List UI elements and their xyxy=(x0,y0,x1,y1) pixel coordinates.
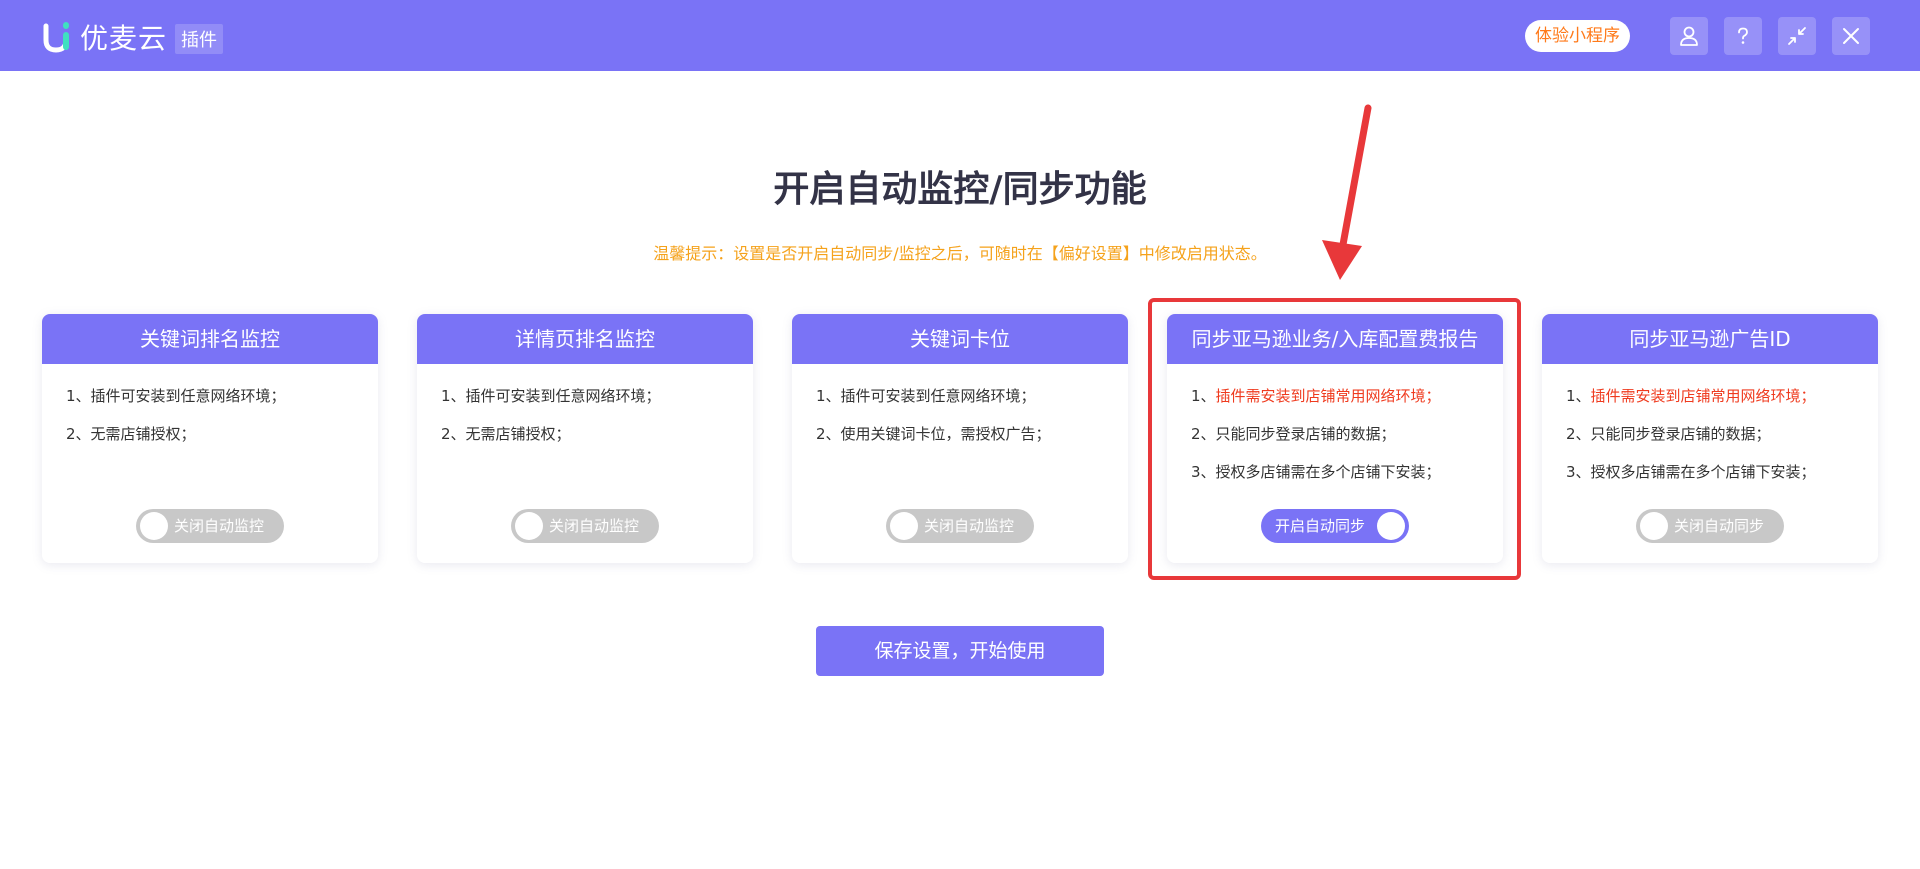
collapse-icon xyxy=(1786,25,1808,47)
auto-sync-toggle[interactable]: 关闭自动同步 xyxy=(1636,509,1784,543)
card-line: 2、无需店铺授权； xyxy=(66,425,196,443)
card-line: 2、使用关键词卡位，需授权广告； xyxy=(816,425,1051,443)
toggle-knob xyxy=(140,512,168,540)
auto-monitor-toggle[interactable]: 关闭自动监控 xyxy=(136,509,284,543)
card-line: 2、只能同步登录店铺的数据； xyxy=(1566,425,1771,443)
user-icon xyxy=(1678,25,1700,47)
top-bar-actions: 体验小程序 xyxy=(1525,17,1870,55)
app-logo: 优麦云 插件 xyxy=(42,17,224,57)
trial-mini-program-button[interactable]: 体验小程序 xyxy=(1525,20,1630,52)
card-line: 1、插件可安装到任意网络环境； xyxy=(816,387,1036,405)
close-button[interactable] xyxy=(1832,17,1870,55)
card-keyword-slot: 关键词卡位 1、插件可安装到任意网络环境； 2、使用关键词卡位，需授权广告； 关… xyxy=(792,314,1128,563)
card-sync-amazon-ad-id: 同步亚马逊广告ID 1、插件需安装到店铺常用网络环境； 2、只能同步登录店铺的数… xyxy=(1542,314,1878,563)
card-lines: 1、插件可安装到任意网络环境； 2、无需店铺授权； xyxy=(417,364,753,444)
tip-text: 温馨提示：设置是否开启自动同步/监控之后，可随时在【偏好设置】中修改启用状态。 xyxy=(653,244,1267,263)
annotation-arrow-icon xyxy=(1310,100,1390,294)
card-line: 3、授权多店铺需在多个店铺下安装； xyxy=(1566,463,1816,481)
close-icon xyxy=(1840,25,1862,47)
card-title: 关键词卡位 xyxy=(792,314,1128,364)
toggle-label: 关闭自动监控 xyxy=(174,517,265,535)
card-lines: 1、插件可安装到任意网络环境； 2、无需店铺授权； xyxy=(42,364,378,444)
app-name: 优麦云 xyxy=(80,22,168,55)
logo-mark-icon xyxy=(42,20,72,54)
card-lines: 1、插件需安装到店铺常用网络环境； 2、只能同步登录店铺的数据； 3、授权多店铺… xyxy=(1542,364,1878,482)
card-title: 同步亚马逊广告ID xyxy=(1542,314,1878,364)
top-bar: 优麦云 插件 体验小程序 xyxy=(0,0,1920,71)
collapse-button[interactable] xyxy=(1778,17,1816,55)
save-settings-button[interactable]: 保存设置，开始使用 xyxy=(816,626,1104,676)
toggle-knob xyxy=(515,512,543,540)
toggle-knob xyxy=(890,512,918,540)
toggle-label: 关闭自动监控 xyxy=(549,517,640,535)
toggle-label: 关闭自动监控 xyxy=(924,517,1015,535)
plugin-tag: 插件 xyxy=(175,24,224,54)
user-button[interactable] xyxy=(1670,17,1708,55)
card-line: 1、插件可安装到任意网络环境； xyxy=(66,387,286,405)
toggle-knob xyxy=(1640,512,1668,540)
card-detail-page-rank-monitor: 详情页排名监控 1、插件可安装到任意网络环境； 2、无需店铺授权； 关闭自动监控 xyxy=(417,314,753,563)
card-title: 详情页排名监控 xyxy=(417,314,753,364)
card-lines: 1、插件可安装到任意网络环境； 2、使用关键词卡位，需授权广告； xyxy=(792,364,1128,444)
card-line: 2、无需店铺授权； xyxy=(441,425,571,443)
annotation-highlight-box xyxy=(1148,298,1521,580)
toggle-label: 关闭自动同步 xyxy=(1674,517,1765,535)
card-line: 1、插件可安装到任意网络环境； xyxy=(441,387,661,405)
card-title: 关键词排名监控 xyxy=(42,314,378,364)
card-keyword-rank-monitor: 关键词排名监控 1、插件可安装到任意网络环境； 2、无需店铺授权； 关闭自动监控 xyxy=(42,314,378,563)
auto-monitor-toggle[interactable]: 关闭自动监控 xyxy=(886,509,1034,543)
page-title: 开启自动监控/同步功能 xyxy=(773,169,1147,210)
help-icon xyxy=(1732,25,1754,47)
help-button[interactable] xyxy=(1724,17,1762,55)
auto-monitor-toggle[interactable]: 关闭自动监控 xyxy=(511,509,659,543)
card-line: 1、插件需安装到店铺常用网络环境； xyxy=(1566,387,1816,405)
